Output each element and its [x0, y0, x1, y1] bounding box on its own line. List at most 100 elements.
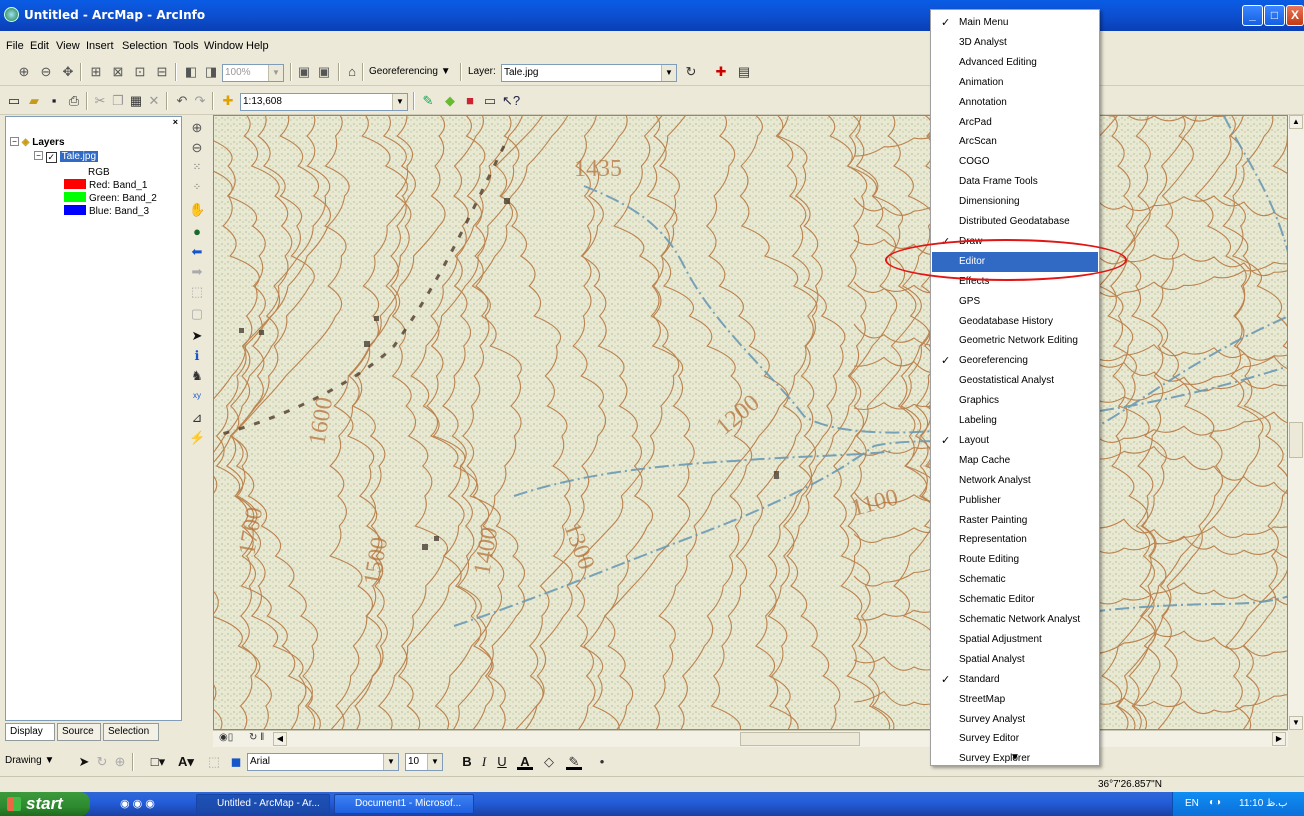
select-features-icon[interactable]: ⬚ [189, 284, 205, 300]
menu-item-dimensioning[interactable]: Dimensioning [932, 192, 1098, 212]
collapse-icon[interactable]: − [10, 137, 19, 146]
paste-icon[interactable]: ▦ [128, 93, 144, 109]
map-display[interactable]: 1435 1600 1500 1400 1700 1300 1200 1100 [213, 115, 1288, 730]
menu-item-labeling[interactable]: Labeling [932, 411, 1098, 431]
editor-toolbar-icon[interactable]: ✎ [420, 93, 436, 109]
menu-insert[interactable]: Insert [86, 40, 114, 52]
georeferencing-menu[interactable]: Georeferencing ▼ [369, 66, 451, 77]
bold-button[interactable]: B [459, 754, 475, 770]
task-word[interactable]: Document1 - Microsof... [334, 794, 474, 814]
menu-item-distributed-geodatabase[interactable]: Distributed Geodatabase [932, 212, 1098, 232]
menu-window[interactable]: Window [204, 40, 243, 52]
select-elements-icon[interactable]: ➤ [76, 754, 92, 770]
underline-button[interactable]: U [494, 754, 510, 770]
menu-item-data-frame-tools[interactable]: Data Frame Tools [932, 172, 1098, 192]
menu-item-arcscan[interactable]: ArcScan [932, 132, 1098, 152]
scroll-thumb[interactable] [740, 732, 860, 746]
tab-selection[interactable]: Selection [103, 723, 159, 741]
menu-view[interactable]: View [56, 40, 80, 52]
menu-item-layout[interactable]: ✓ Layout [932, 431, 1098, 451]
menu-item-survey-editor[interactable]: Survey Editor [932, 729, 1098, 749]
menu-item-geodatabase-history[interactable]: Geodatabase History [932, 312, 1098, 332]
change-layout-icon[interactable]: ⌂ [344, 64, 360, 80]
font-color-icon[interactable]: A [517, 754, 533, 770]
font-size-combo[interactable]: 10 ▼ [405, 753, 443, 771]
drawing-menu[interactable]: Drawing ▼ [5, 755, 54, 766]
command-line-icon[interactable]: ▭ [482, 93, 498, 109]
map-scale-combo[interactable]: 1:13,608 ▼ [240, 93, 408, 111]
close-button[interactable]: X [1286, 5, 1304, 26]
text-tool-icon[interactable]: A▾ [178, 754, 194, 770]
close-toc-icon[interactable]: × [173, 117, 178, 127]
scroll-left-icon[interactable]: ◀ [273, 732, 287, 746]
rectangle-tool-icon[interactable]: □▾ [150, 754, 166, 770]
new-document-icon[interactable]: ▭ [6, 93, 22, 109]
menu-item-schematic-editor[interactable]: Schematic Editor [932, 590, 1098, 610]
page-forward-icon[interactable]: ◨ [203, 64, 219, 80]
quick-launch-icons[interactable]: ◉ ◉ ◉ [120, 797, 155, 810]
menu-item-arcpad[interactable]: ArcPad [932, 113, 1098, 133]
task-arcmap[interactable]: Untitled - ArcMap - Ar... [196, 794, 330, 814]
marker-color-icon[interactable]: • [594, 754, 610, 770]
copy-icon[interactable]: ❐ [110, 93, 126, 109]
fixed-zoom-in-icon[interactable]: ⊠ [110, 64, 126, 80]
data-view-button[interactable]: ◉▯ [219, 732, 233, 743]
back-extent-icon[interactable]: ⬅ [189, 244, 205, 260]
hyperlink-icon[interactable]: ⚡ [189, 430, 205, 446]
menu-item-map-cache[interactable]: Map Cache [932, 451, 1098, 471]
collapse-icon[interactable]: − [34, 151, 43, 160]
toc-layer-tale[interactable]: − ✓ Tale.jpg [34, 151, 99, 163]
menu-selection[interactable]: Selection [122, 40, 167, 52]
clear-selection-icon[interactable]: ▢ [189, 306, 205, 322]
menu-item-schematic-network-analyst[interactable]: Schematic Network Analyst [932, 610, 1098, 630]
title-bar[interactable]: Untitled - ArcMap - ArcInfo _ □ X [0, 0, 1304, 31]
zoom-in-fixed-icon[interactable]: ⊕ [16, 64, 32, 80]
italic-button[interactable]: I [476, 754, 492, 770]
focus-data-frame-icon[interactable]: ▣ [316, 64, 332, 80]
language-indicator[interactable]: EN [1185, 798, 1199, 809]
identify-icon[interactable]: ℹ [189, 348, 205, 364]
menu-item-spatial-analyst[interactable]: Spatial Analyst [932, 650, 1098, 670]
menu-item-raster-painting[interactable]: Raster Painting [932, 511, 1098, 531]
refresh-pause-button[interactable]: ↻ ‖ [249, 732, 264, 743]
whats-this-icon[interactable]: ↖? [502, 93, 520, 109]
redo-icon[interactable]: ↷ [192, 93, 208, 109]
menu-item-streetmap[interactable]: StreetMap [932, 690, 1098, 710]
font-name-combo[interactable]: Arial ▼ [247, 753, 399, 771]
vscroll-thumb[interactable] [1289, 422, 1303, 458]
more-items-arrow-icon[interactable]: ▼ [931, 752, 1099, 763]
menu-item-spatial-adjustment[interactable]: Spatial Adjustment [932, 630, 1098, 650]
menu-item-survey-analyst[interactable]: Survey Analyst [932, 710, 1098, 730]
scroll-right-icon[interactable]: ▶ [1272, 732, 1286, 746]
menu-item-publisher[interactable]: Publisher [932, 491, 1098, 511]
layer-visibility-checkbox[interactable]: ✓ [45, 152, 57, 163]
menu-item-network-analyst[interactable]: Network Analyst [932, 471, 1098, 491]
print-icon[interactable]: ⎙ [66, 93, 82, 109]
start-button[interactable]: start [0, 792, 90, 816]
layer-select[interactable]: Tale.jpg ▼ [501, 64, 677, 82]
menu-item-advanced-editing[interactable]: Advanced Editing [932, 53, 1098, 73]
menu-item-standard[interactable]: ✓ Standard [932, 670, 1098, 690]
zoom-out-fixed-icon[interactable]: ⊖ [38, 64, 54, 80]
scroll-up-icon[interactable]: ▲ [1289, 115, 1303, 129]
view-link-table-icon[interactable]: ▤ [736, 64, 752, 80]
full-extent-globe-icon[interactable]: ● [189, 224, 205, 240]
rotate-icon[interactable]: ↻ [94, 754, 110, 770]
page-back-icon[interactable]: ◧ [183, 64, 199, 80]
menu-item-gps[interactable]: GPS [932, 292, 1098, 312]
menu-edit[interactable]: Edit [30, 40, 49, 52]
maximize-button[interactable]: □ [1264, 5, 1285, 26]
zoom-whole-page-icon[interactable]: ⊕ [112, 754, 128, 770]
undo-icon[interactable]: ↶ [174, 93, 190, 109]
menu-item-geostatistical-analyst[interactable]: Geostatistical Analyst [932, 371, 1098, 391]
zoom-out-icon[interactable]: ⊖ [189, 140, 205, 156]
forward-extent-icon[interactable]: ➡ [189, 264, 205, 280]
menu-item-schematic[interactable]: Schematic [932, 570, 1098, 590]
edit-vertices-icon[interactable]: ⬚ [206, 754, 222, 770]
menu-item-representation[interactable]: Representation [932, 530, 1098, 550]
menu-item-georeferencing[interactable]: ✓ Georeferencing [932, 351, 1098, 371]
fill-color-icon[interactable]: ◇ [541, 754, 557, 770]
menu-item-annotation[interactable]: Annotation [932, 93, 1098, 113]
open-folder-icon[interactable]: ▰ [26, 93, 42, 109]
menu-item-geometric-network-editing[interactable]: Geometric Network Editing [932, 331, 1098, 351]
